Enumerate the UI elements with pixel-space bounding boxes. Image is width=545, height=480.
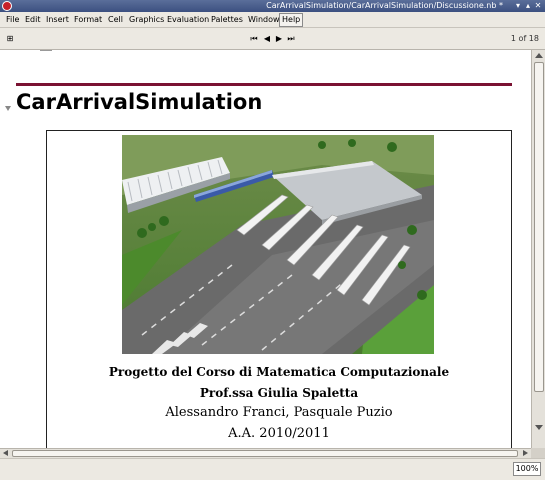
notebook-document[interactable]: CarArrivalSimulation Progetto del Corso … xyxy=(0,50,531,448)
menu-format[interactable]: Format xyxy=(72,14,104,26)
window-titlebar: CarArrivalSimulation/CarArrivalSimulatio… xyxy=(0,0,545,12)
menu-cell[interactable]: Cell xyxy=(106,14,125,26)
maximize-button[interactable]: ▴ xyxy=(523,1,533,11)
minimize-button[interactable]: ▾ xyxy=(513,1,523,11)
scroll-up-arrow-icon[interactable] xyxy=(535,53,543,58)
horizontal-scroll-thumb[interactable] xyxy=(12,450,518,457)
horizontal-scrollbar[interactable] xyxy=(0,448,531,458)
caption-course: Progetto del Corso di Matematica Computa… xyxy=(108,365,450,379)
scroll-left-arrow-icon[interactable] xyxy=(3,450,8,456)
toll-plaza-image xyxy=(122,135,434,354)
previous-slide-icon[interactable]: ◀ xyxy=(261,33,273,45)
scroll-right-arrow-icon[interactable] xyxy=(523,450,528,456)
caption-professor: Prof.ssa Giulia Spaletta xyxy=(199,386,359,400)
vertical-scroll-thumb[interactable] xyxy=(534,62,544,392)
caption-authors: Alessandro Franci, Pasquale Puzio xyxy=(165,405,393,420)
last-slide-icon[interactable]: ⏭ xyxy=(285,33,297,45)
page-indicator: 1 of 18 xyxy=(510,34,539,43)
section-collapse-arrow-icon[interactable] xyxy=(5,106,11,111)
vertical-scrollbar[interactable] xyxy=(531,50,545,448)
mathematica-app-icon[interactable] xyxy=(2,1,12,11)
scroll-down-arrow-icon[interactable] xyxy=(535,425,543,430)
window-title: CarArrivalSimulation/CarArrivalSimulatio… xyxy=(266,1,503,10)
next-slide-icon[interactable]: ▶ xyxy=(273,33,285,45)
menu-help[interactable]: Help xyxy=(279,13,304,27)
menu-graphics[interactable]: Graphics xyxy=(127,14,166,26)
menu-edit[interactable]: Edit xyxy=(23,14,43,26)
zoom-level-selector[interactable]: 100% xyxy=(513,462,541,476)
menu-window[interactable]: Window xyxy=(246,14,282,26)
notebook-title[interactable]: CarArrivalSimulation xyxy=(16,90,262,114)
toll-plaza-rendering xyxy=(122,135,434,354)
menu-insert[interactable]: Insert xyxy=(44,14,71,26)
close-button[interactable]: ✕ xyxy=(533,1,543,11)
cell-insertion-marker xyxy=(40,50,52,51)
toolbar: ⊞ ⏮ ◀ ▶ ⏭ 1 of 18 xyxy=(0,28,545,50)
first-slide-icon[interactable]: ⏮ xyxy=(248,33,260,45)
cell-grid-icon[interactable]: ⊞ xyxy=(4,33,16,45)
menu-bar: File Edit Insert Format Cell Graphics Ev… xyxy=(0,12,545,28)
slide-header-rule xyxy=(16,83,512,86)
status-bar: 100% xyxy=(0,458,545,480)
menu-palettes[interactable]: Palettes xyxy=(209,14,245,26)
menu-evaluation[interactable]: Evaluation xyxy=(165,14,211,26)
caption-academic-year: A.A. 2010/2011 xyxy=(228,426,330,441)
menu-file[interactable]: File xyxy=(4,14,21,26)
